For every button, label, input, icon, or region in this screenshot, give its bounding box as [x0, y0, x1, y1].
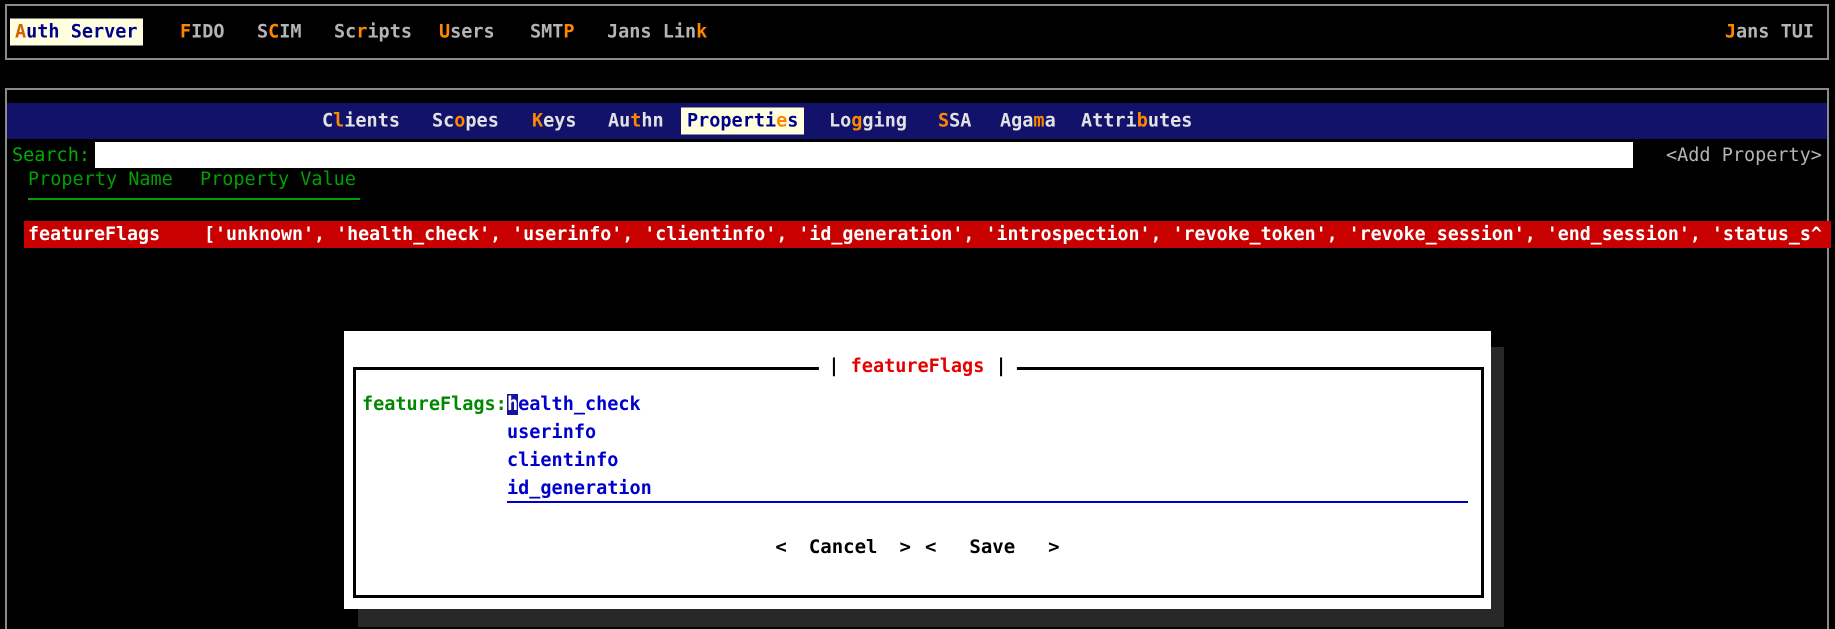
bracket-open: <	[775, 536, 786, 558]
bracket-close: >	[1048, 536, 1059, 558]
menu-item-fido[interactable]: FIDO	[175, 19, 230, 46]
menu-item-scripts[interactable]: Scripts	[329, 19, 417, 46]
menu-item-scim[interactable]: SCIM	[252, 19, 307, 46]
bracket-close: >	[899, 536, 910, 558]
menu-item-smtp[interactable]: SMTP	[525, 19, 580, 46]
menu-bar: Auth Server FIDO SCIM Scripts Users SMTP…	[5, 4, 1829, 60]
tab-authn[interactable]: Authn	[602, 108, 670, 135]
property-value: ['unknown', 'health_check', 'userinfo', …	[204, 224, 1811, 245]
tab-attributes[interactable]: Attributes	[1075, 108, 1198, 135]
scroll-right-indicator: ^	[1811, 224, 1822, 245]
tab-agama[interactable]: Agama	[994, 108, 1062, 135]
tab-keys[interactable]: Keys	[526, 108, 583, 135]
text-cursor: h	[507, 394, 518, 415]
header-underline	[28, 198, 360, 200]
column-header-property-value: Property Value	[200, 168, 356, 192]
dialog-buttons: <Cancel> <Save>	[344, 534, 1491, 560]
tab-bar: Clients Scopes Keys Authn Properties Log…	[7, 103, 1827, 139]
tab-clients[interactable]: Clients	[316, 108, 406, 135]
save-button[interactable]: <Save>	[925, 534, 1060, 560]
cancel-button[interactable]: <Cancel>	[775, 534, 911, 560]
list-item-health-check[interactable]: health_check	[507, 393, 641, 417]
app-title: Jans TUI	[1720, 19, 1819, 46]
field-label: featureFlags:	[362, 393, 507, 417]
tab-properties[interactable]: Properties	[681, 108, 804, 135]
menu-item-auth-server[interactable]: Auth Server	[10, 19, 143, 46]
table-row-featureflags[interactable]: featureFlags['unknown', 'health_check', …	[24, 221, 1831, 248]
list-item-userinfo[interactable]: userinfo	[507, 421, 596, 445]
menu-item-users[interactable]: Users	[434, 19, 500, 46]
column-header-property-name: Property Name	[28, 168, 173, 192]
search-label: Search:	[12, 143, 90, 169]
tab-logging[interactable]: Logging	[823, 108, 913, 135]
property-name: featureFlags	[28, 221, 204, 248]
featureflags-dialog: | featureFlags | featureFlags: health_ch…	[344, 331, 1491, 609]
list-item-clientinfo[interactable]: clientinfo	[507, 449, 618, 473]
add-property-button[interactable]: <Add Property>	[1666, 143, 1822, 169]
bracket-open: <	[925, 536, 936, 558]
dialog-title: | featureFlags |	[818, 355, 1016, 379]
menu-item-jans-link[interactable]: Jans Link	[602, 19, 712, 46]
search-input[interactable]	[95, 142, 1633, 168]
tab-ssa[interactable]: SSA	[932, 108, 977, 135]
tab-scopes[interactable]: Scopes	[426, 108, 505, 135]
list-item-id-generation[interactable]: id_generation	[507, 477, 1468, 503]
